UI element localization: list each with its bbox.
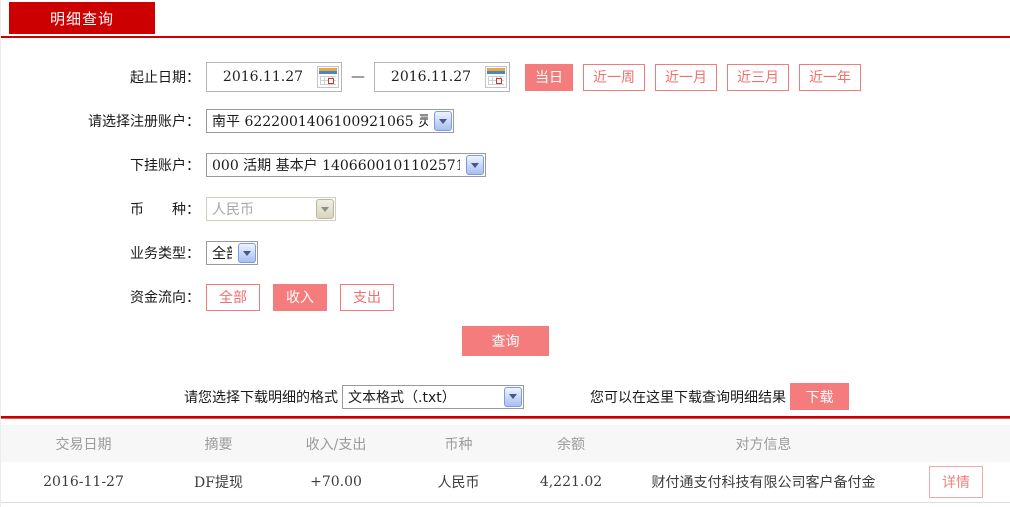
download-format-label: 请您选择下载明细的格式 <box>184 389 338 406</box>
calendar-icon[interactable] <box>485 66 507 88</box>
sub-account-label: 下挂账户： <box>130 158 200 174</box>
date-range-label: 起止日期： <box>130 70 200 86</box>
biz-type-select[interactable]: 全部 <box>206 241 258 265</box>
cell-balance: 4,221.02 <box>516 462 626 503</box>
sub-account-value: 000 活期 基本户 1406600101102571848 <box>212 158 460 174</box>
cell-detail: 详情 <box>901 462 1010 503</box>
table-row: 2016-11-27 DF提现 +70.00 人民币 4,221.02 财付通支… <box>1 462 1010 503</box>
header-currency: 币种 <box>401 425 516 462</box>
header-summary: 摘要 <box>166 425 271 462</box>
download-format-value: 文本格式（.txt） <box>348 389 456 406</box>
quick-range-week-button[interactable]: 近一周 <box>583 63 645 91</box>
section-separator <box>1 416 1010 419</box>
register-account-value: 南平 6222001406100921065 灵通卡 <box>212 114 428 130</box>
date-from-input[interactable]: 2016.11.27 <box>206 62 342 92</box>
query-button-row: 查询 <box>1 326 1010 356</box>
download-button[interactable]: 下载 <box>790 383 849 410</box>
tab-bar: 明细查询 <box>1 0 1010 38</box>
download-row: 请您选择下载明细的格式 文本格式（.txt） 您可以在这里下载查询明细结果 下载 <box>184 383 1010 410</box>
header-detail <box>901 425 1010 462</box>
chevron-down-icon[interactable] <box>504 386 522 407</box>
detail-query-page: 明细查询 起止日期： 2016.11.27 — 2016.11.27 当日 近一… <box>0 0 1010 507</box>
fund-flow-label: 资金流向： <box>130 290 200 306</box>
header-counterparty: 对方信息 <box>626 425 901 462</box>
biz-type-value: 全部 <box>212 246 232 262</box>
date-to-value: 2016.11.27 <box>390 69 472 85</box>
header-balance: 余额 <box>516 425 626 462</box>
chevron-down-icon[interactable] <box>466 155 484 175</box>
cell-currency: 人民币 <box>401 462 516 503</box>
cell-summary: DF提现 <box>166 462 271 503</box>
fund-flow-expense-button[interactable]: 支出 <box>340 283 394 311</box>
currency-value: 人民币 <box>212 202 254 218</box>
biz-type-row: 业务类型： 全部 <box>1 238 1010 268</box>
sub-account-select[interactable]: 000 活期 基本户 1406600101102571848 <box>206 153 486 177</box>
query-button[interactable]: 查询 <box>462 326 549 356</box>
register-account-select[interactable]: 南平 6222001406100921065 灵通卡 <box>206 109 454 133</box>
calendar-icon[interactable] <box>317 66 339 88</box>
cell-trade-date: 2016-11-27 <box>1 462 166 503</box>
download-hint: 您可以在这里下载查询明细结果 <box>590 389 786 406</box>
header-income-expense: 收入/支出 <box>271 425 401 462</box>
quick-range-today-button[interactable]: 当日 <box>525 63 573 91</box>
cell-counterparty: 财付通支付科技有限公司客户备付金 <box>626 462 901 503</box>
currency-label: 币 种： <box>130 202 200 218</box>
chevron-down-icon[interactable] <box>434 111 452 131</box>
tab-detail-query[interactable]: 明细查询 <box>9 2 155 34</box>
quick-range-three-months-button[interactable]: 近三月 <box>727 63 789 91</box>
download-format-select[interactable]: 文本格式（.txt） <box>342 384 524 409</box>
chevron-down-icon <box>316 199 334 219</box>
chevron-down-icon[interactable] <box>238 243 256 263</box>
quick-range-year-button[interactable]: 近一年 <box>799 63 861 91</box>
quick-range-month-button[interactable]: 近一月 <box>655 63 717 91</box>
register-account-row: 请选择注册账户： 南平 6222001406100921065 灵通卡 <box>1 106 1010 136</box>
date-range-row: 起止日期： 2016.11.27 — 2016.11.27 当日 近一周 近一月… <box>1 62 1010 92</box>
date-from-value: 2016.11.27 <box>222 69 304 85</box>
biz-type-label: 业务类型： <box>130 246 200 262</box>
fund-flow-income-button[interactable]: 收入 <box>273 283 327 311</box>
currency-row: 币 种： 人民币 <box>1 194 1010 224</box>
register-account-label: 请选择注册账户： <box>88 114 200 130</box>
currency-select: 人民币 <box>206 197 336 221</box>
fund-flow-row: 资金流向： 全部 收入 支出 <box>1 282 1010 312</box>
tab-label: 明细查询 <box>49 9 114 28</box>
date-to-input[interactable]: 2016.11.27 <box>374 62 510 92</box>
results-table: 交易日期 摘要 收入/支出 币种 余额 对方信息 2016-11-27 DF提现… <box>1 425 1010 503</box>
header-trade-date: 交易日期 <box>1 425 166 462</box>
table-header-row: 交易日期 摘要 收入/支出 币种 余额 对方信息 <box>1 425 1010 462</box>
detail-button[interactable]: 详情 <box>929 465 983 498</box>
sub-account-row: 下挂账户： 000 活期 基本户 1406600101102571848 <box>1 150 1010 180</box>
cell-amount: +70.00 <box>271 462 401 503</box>
query-form: 起止日期： 2016.11.27 — 2016.11.27 当日 近一周 近一月… <box>1 38 1010 410</box>
fund-flow-all-button[interactable]: 全部 <box>206 283 260 311</box>
date-range-dash: — <box>351 69 365 85</box>
